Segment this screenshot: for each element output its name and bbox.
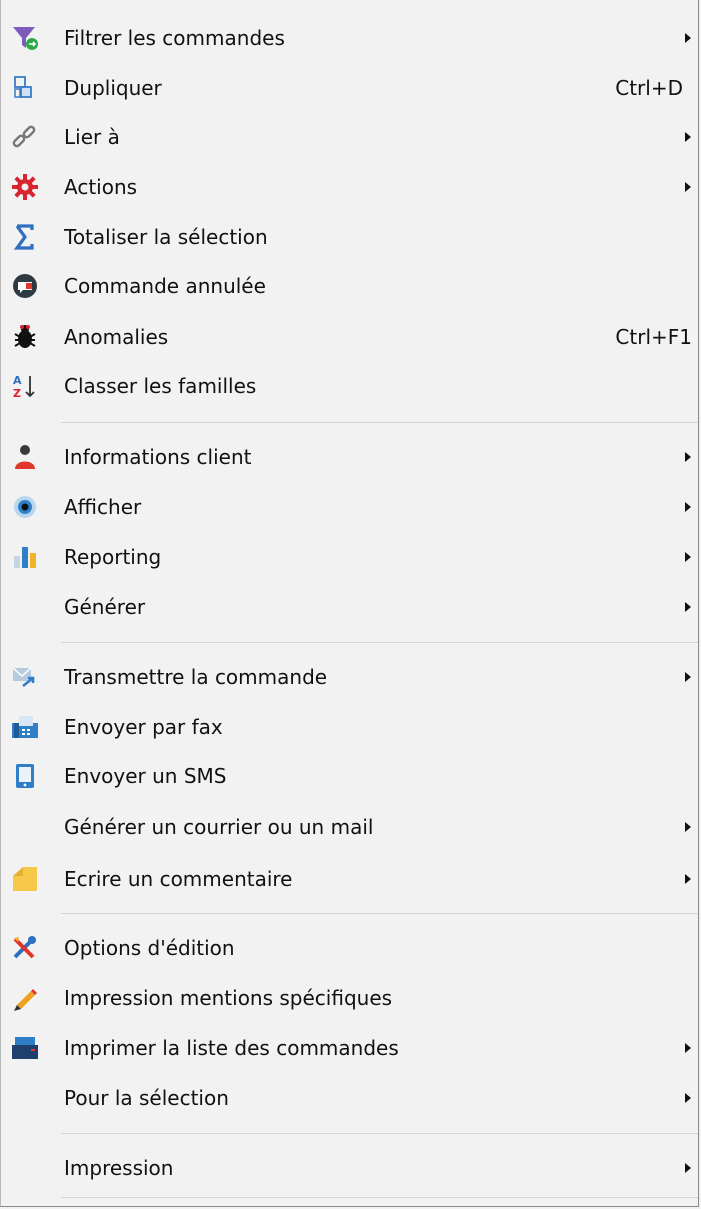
menu-separator bbox=[61, 913, 698, 914]
menu-separator bbox=[61, 422, 698, 423]
menu-item-label: Imprimer la liste des commandes bbox=[64, 1036, 399, 1060]
menu-item-classer-les-familles[interactable]: A Z Classer les familles bbox=[1, 362, 700, 410]
menu-separator bbox=[61, 1197, 698, 1198]
sticky-note-icon bbox=[13, 867, 37, 891]
submenu-arrow-icon bbox=[685, 1093, 691, 1103]
menu-separator bbox=[61, 1133, 698, 1134]
menu-item-label: Générer un courrier ou un mail bbox=[64, 815, 374, 839]
svg-text:Z: Z bbox=[13, 387, 21, 399]
submenu-arrow-icon bbox=[685, 602, 691, 612]
menu-item-label: Envoyer par fax bbox=[64, 715, 223, 739]
duplicate-icon bbox=[14, 76, 32, 98]
menu-item-afficher[interactable]: Afficher bbox=[1, 483, 700, 531]
submenu-arrow-icon bbox=[685, 1043, 691, 1053]
submenu-arrow-icon bbox=[685, 822, 691, 832]
menu-item-ecrire-un-commentaire[interactable]: Ecrire un commentaire bbox=[1, 855, 700, 903]
menu-item-label: Classer les familles bbox=[64, 374, 257, 398]
menu-item-label: Commande annulée bbox=[64, 274, 266, 298]
tools-icon bbox=[13, 936, 36, 959]
bar-chart-icon bbox=[14, 547, 36, 568]
menu-item-dupliquer[interactable]: Dupliquer Ctrl+D bbox=[1, 64, 700, 112]
submenu-arrow-icon bbox=[685, 552, 691, 562]
menu-item-commande-annulee[interactable]: Commande annulée bbox=[1, 262, 700, 310]
submenu-arrow-icon bbox=[685, 452, 691, 462]
menu-item-shortcut: Ctrl+D bbox=[615, 76, 683, 100]
phone-icon bbox=[16, 764, 34, 788]
menu-item-label: Reporting bbox=[64, 545, 162, 569]
bug-icon bbox=[14, 325, 36, 348]
menu-item-label: Générer bbox=[64, 595, 146, 619]
menu-item-transmettre-la-commande[interactable]: Transmettre la commande bbox=[1, 653, 700, 701]
submenu-arrow-icon bbox=[685, 874, 691, 884]
submenu-arrow-icon bbox=[685, 672, 691, 682]
menu-item-label: Dupliquer bbox=[64, 76, 162, 100]
pencil-icon bbox=[14, 989, 37, 1011]
menu-item-label: Filtrer les commandes bbox=[64, 26, 285, 50]
menu-item-informations-client[interactable]: Informations client bbox=[1, 433, 700, 481]
menu-item-envoyer-par-fax[interactable]: Envoyer par fax bbox=[1, 703, 700, 751]
menu-item-label: Actions bbox=[64, 175, 138, 199]
menu-item-label: Lier à bbox=[64, 125, 120, 149]
menu-item-anomalies[interactable]: Anomalies Ctrl+F1 bbox=[1, 313, 700, 361]
menu-item-generer-un-courrier[interactable]: Générer un courrier ou un mail bbox=[1, 803, 700, 851]
menu-item-shortcut: Ctrl+F1 bbox=[615, 325, 692, 349]
menu-item-label: Pour la sélection bbox=[64, 1086, 229, 1110]
link-icon bbox=[12, 125, 36, 148]
menu-item-generer[interactable]: Générer bbox=[1, 583, 700, 631]
menu-item-impression-mentions-specifiques[interactable]: Impression mentions spécifiques bbox=[1, 974, 700, 1022]
sort-az-icon: A Z bbox=[13, 374, 35, 399]
menu-item-imprimer-la-liste[interactable]: Imprimer la liste des commandes bbox=[1, 1024, 700, 1072]
menu-item-lier-a[interactable]: Lier à bbox=[1, 113, 700, 161]
menu-item-label: Anomalies bbox=[64, 325, 169, 349]
submenu-arrow-icon bbox=[685, 132, 691, 142]
submenu-arrow-icon bbox=[685, 182, 691, 192]
menu-item-label: Ecrire un commentaire bbox=[64, 867, 293, 891]
menu-item-label: Impression bbox=[64, 1156, 174, 1180]
menu-item-label: Impression mentions spécifiques bbox=[64, 986, 393, 1010]
menu-item-impression[interactable]: Impression bbox=[1, 1144, 700, 1192]
menu-separator bbox=[61, 642, 698, 643]
submenu-arrow-icon bbox=[685, 1163, 691, 1173]
printer-icon bbox=[12, 1037, 38, 1059]
menu-item-pour-la-selection[interactable]: Pour la sélection bbox=[1, 1074, 700, 1122]
sigma-icon bbox=[13, 224, 34, 250]
menu-item-label: Envoyer un SMS bbox=[64, 764, 227, 788]
submenu-arrow-icon bbox=[685, 33, 691, 43]
menu-item-envoyer-un-sms[interactable]: Envoyer un SMS bbox=[1, 752, 700, 800]
menu-item-options-d-edition[interactable]: Options d'édition bbox=[1, 924, 700, 972]
menu-item-label: Totaliser la sélection bbox=[64, 225, 268, 249]
menu-item-label: Afficher bbox=[64, 495, 142, 519]
submenu-arrow-icon bbox=[685, 502, 691, 512]
eye-icon bbox=[14, 496, 36, 518]
context-menu: Filtrer les commandes Dupliquer Ctrl+D L… bbox=[0, 0, 699, 1207]
menu-item-totaliser-la-selection[interactable]: Totaliser la sélection bbox=[1, 213, 700, 261]
send-mail-icon bbox=[12, 667, 35, 688]
funnel-icon bbox=[13, 27, 38, 50]
menu-item-reporting[interactable]: Reporting bbox=[1, 533, 700, 581]
user-icon bbox=[15, 445, 35, 469]
fax-icon bbox=[12, 716, 38, 738]
menu-item-label: Options d'édition bbox=[64, 936, 235, 960]
menu-item-filtrer-les-commandes[interactable]: Filtrer les commandes bbox=[1, 14, 700, 62]
menu-item-label: Transmettre la commande bbox=[64, 665, 328, 689]
menu-item-label: Informations client bbox=[64, 445, 252, 469]
svg-text:A: A bbox=[13, 374, 22, 387]
menu-item-actions[interactable]: Actions bbox=[1, 163, 700, 211]
cancel-order-icon bbox=[13, 274, 37, 298]
gear-icon bbox=[12, 174, 38, 200]
